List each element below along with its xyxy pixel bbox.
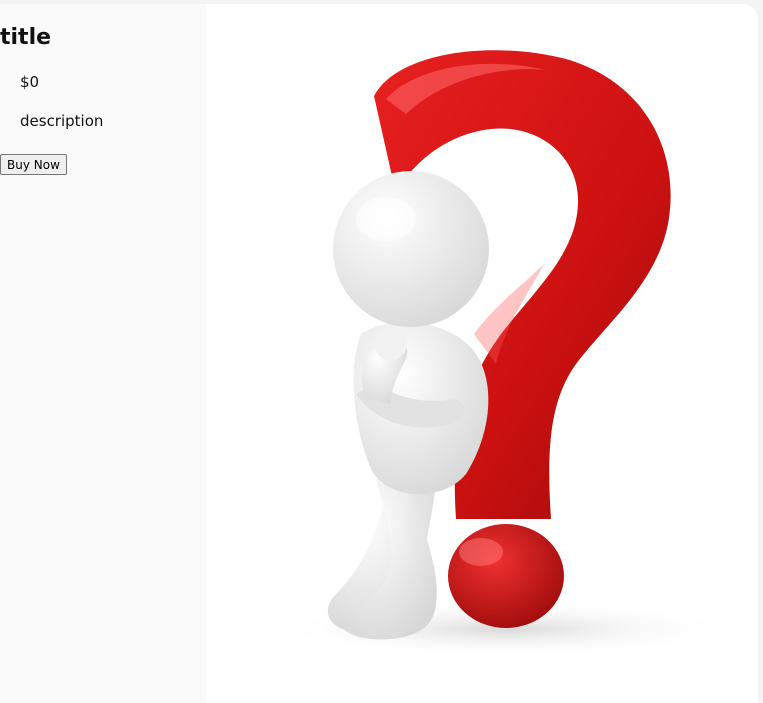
product-info: title $0 description Buy Now xyxy=(0,4,206,703)
product-description: description xyxy=(20,112,104,130)
product-card: title $0 description Buy Now xyxy=(0,4,758,703)
product-title: title xyxy=(0,25,52,50)
product-price: $0 xyxy=(20,73,40,91)
thinking-figure-with-question-mark-icon xyxy=(276,50,736,657)
buy-now-button[interactable]: Buy Now xyxy=(0,154,67,175)
product-image xyxy=(206,4,758,703)
